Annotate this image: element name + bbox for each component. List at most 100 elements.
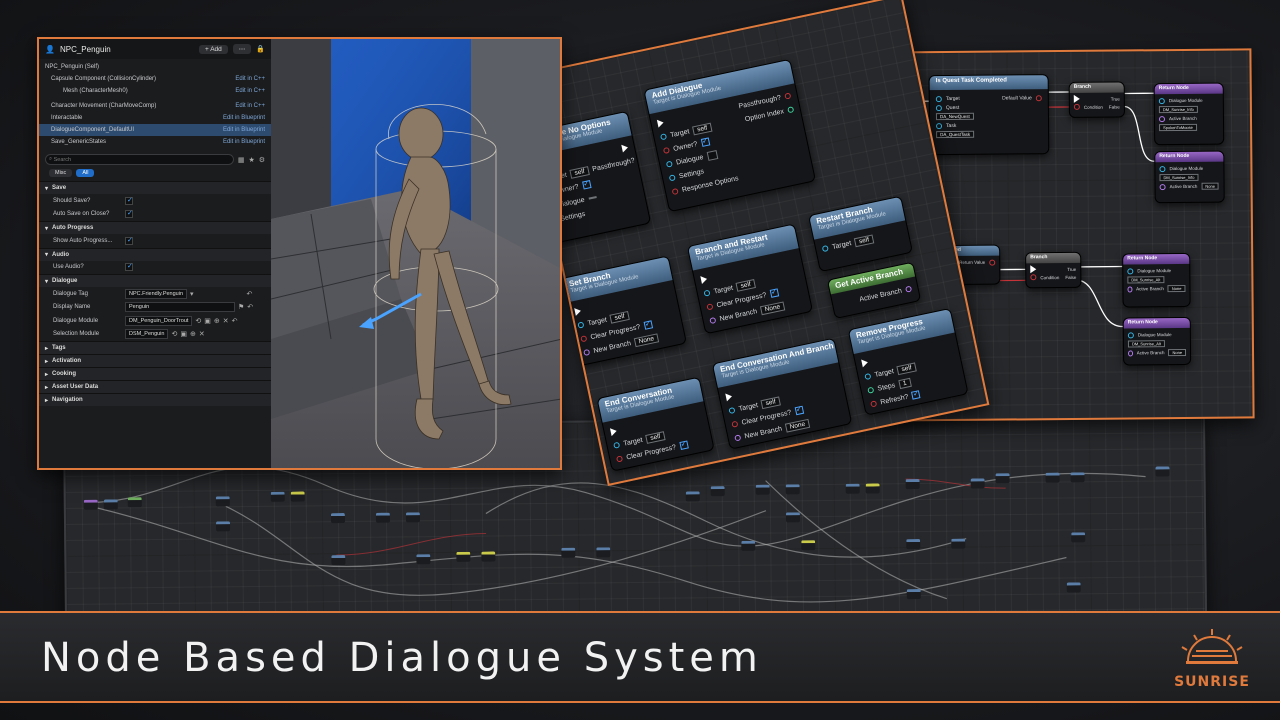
tree-item-self[interactable]: NPC_Penguin (Self)	[39, 61, 271, 73]
tree-item-interactable[interactable]: Interactable Edit in Blueprint	[39, 112, 271, 124]
browse-icon[interactable]: ▣	[180, 330, 187, 338]
gear-icon[interactable]: ⚙	[259, 156, 265, 164]
chevron-down-icon[interactable]: ▾	[190, 290, 194, 298]
use-selected-icon[interactable]: ⟲	[195, 317, 201, 325]
section-cooking[interactable]: ▸ Cooking	[39, 367, 271, 380]
new-branch-value[interactable]: None	[633, 332, 659, 347]
active-branch-value[interactable]: None	[1201, 182, 1219, 190]
module-value[interactable]: DM_Sunrise_Alt	[1127, 276, 1165, 284]
node-branch[interactable]: Branch True Condition False	[1068, 81, 1125, 118]
node-remove-progress[interactable]: Remove Progress Target is Dialogue Module…	[847, 307, 969, 416]
flag-icon[interactable]: ⚑	[238, 303, 244, 311]
checkbox-icon[interactable]	[643, 320, 653, 330]
target-value[interactable]: self	[609, 310, 630, 324]
checkbox-icon[interactable]	[794, 405, 804, 416]
reset-arrow-icon[interactable]: ↶	[247, 290, 253, 298]
module-value[interactable]: DM_Sunrise_Alt	[1127, 340, 1165, 348]
section-navigation[interactable]: ▸ Navigation	[39, 393, 271, 406]
target-value[interactable]: self	[569, 165, 590, 179]
tree-item-save-generic-states[interactable]: Save_GenericStates Edit in Blueprint	[39, 136, 271, 148]
lock-icon[interactable]: 🔒	[256, 45, 265, 53]
node-return-3[interactable]: Return Node Dialogue Module DM_Sunrise_A…	[1122, 252, 1191, 308]
node-add-dialogue[interactable]: Add Dialogue Target is Dialogue Module Pa…	[643, 58, 817, 213]
browse-icon[interactable]: ▣	[204, 317, 211, 325]
section-activation[interactable]: ▸ Activation	[39, 354, 271, 367]
add-icon[interactable]: ⊕	[190, 330, 196, 338]
quest-value[interactable]: DA_NewQuest	[935, 112, 974, 121]
should-save-checkbox[interactable]	[125, 196, 133, 205]
node-end-conversation[interactable]: End Conversation Target is Dialogue Modul…	[596, 376, 715, 472]
node-set-branch[interactable]: Set Branch Target is Dialogue Module Targ…	[560, 255, 688, 367]
use-selected-icon[interactable]: ⟲	[171, 330, 177, 338]
add-component-button[interactable]: + Add	[198, 44, 228, 54]
clear-icon[interactable]: ✕	[199, 330, 205, 338]
dialogue-value[interactable]	[588, 196, 597, 200]
star-icon[interactable]: ★	[248, 156, 254, 164]
auto-save-checkbox[interactable]	[125, 209, 133, 219]
target-value[interactable]: self	[854, 234, 874, 247]
section-save[interactable]: ▾ Save	[39, 181, 271, 194]
target-value[interactable]: self	[896, 362, 917, 375]
checkbox-icon[interactable]	[769, 288, 779, 298]
node-branch-and-restart[interactable]: Branch and Restart Target is Dialogue Mod…	[686, 223, 814, 335]
node-return-4[interactable]: Return Node Dialogue Module DM_Sunrise_A…	[1122, 316, 1192, 366]
edit-link[interactable]: Edit in C++	[235, 88, 265, 94]
node-restart-branch[interactable]: Restart Branch Target is Dialogue Module …	[808, 195, 914, 273]
edit-link[interactable]: Edit in C++	[235, 76, 265, 82]
section-tags[interactable]: ▸ Tags	[39, 341, 271, 354]
use-audio-checkbox[interactable]	[125, 262, 133, 272]
target-value[interactable]: self	[692, 122, 713, 135]
target-value[interactable]: self	[645, 430, 666, 444]
node-get-active-branch[interactable]: Get Active Branch Active Branch	[826, 261, 922, 320]
edit-link[interactable]: Edit in Blueprint	[223, 127, 265, 133]
tree-item-dialogue-component[interactable]: DialogueComponent_DefaultUI Edit in Bluep…	[39, 124, 271, 136]
filter-misc-tab[interactable]: Misc	[49, 169, 73, 177]
tree-item-capsule[interactable]: Capsule Component (CollisionCylinder) Edi…	[39, 73, 271, 85]
node-is-quest-task-completed[interactable]: Is Quest Task Completed Target Default Va…	[928, 74, 1050, 156]
viewport[interactable]	[271, 39, 560, 468]
dialogue-module-select[interactable]: DM_Penguin_DoorTrout	[125, 315, 193, 326]
node-return-1[interactable]: Return Node Dialogue Module DM_Sunrise_I…	[1153, 82, 1225, 146]
active-branch-value[interactable]: None	[1167, 284, 1186, 293]
tree-item-character-movement[interactable]: Character Movement (CharMoveComp) Edit in…	[39, 100, 271, 112]
active-branch-value[interactable]: SpokenToMoose	[1159, 123, 1197, 132]
edit-link[interactable]: Edit in Blueprint	[223, 139, 265, 145]
selection-module-select[interactable]: DSM_Penguin	[125, 329, 169, 340]
reset-arrow-icon[interactable]: ↶	[232, 317, 238, 325]
section-asset-user-data[interactable]: ▸ Asset User Data	[39, 380, 271, 393]
object-pin-icon	[1158, 97, 1165, 104]
node-return-2[interactable]: Return Node Dialogue Module DM_Sunrise_I…	[1154, 150, 1225, 204]
steps-value[interactable]: 1	[898, 377, 912, 389]
show-auto-progress-checkbox[interactable]	[125, 236, 133, 245]
search-input[interactable]: ⌕ Search	[45, 154, 234, 165]
blueprint-options-button[interactable]: ⋯	[232, 44, 252, 54]
new-branch-value[interactable]: None	[759, 301, 785, 315]
tree-item-mesh[interactable]: Mesh (CharacterMesh0) Edit in C++	[39, 85, 271, 97]
clear-icon[interactable]: ✕	[223, 317, 229, 325]
edit-link[interactable]: Edit in C++	[235, 103, 265, 109]
new-branch-value[interactable]: None	[784, 418, 810, 433]
checkbox-icon[interactable]	[581, 180, 592, 190]
module-value[interactable]: DM_Sunrise_Info	[1159, 173, 1199, 182]
active-branch-value[interactable]: None	[1168, 348, 1187, 357]
display-name-field[interactable]: Penguin	[125, 302, 235, 313]
target-value[interactable]: self	[735, 278, 756, 292]
checkbox-icon[interactable]	[700, 137, 710, 147]
add-icon[interactable]: ⊕	[214, 317, 220, 325]
dialogue-tag-field[interactable]: NPC.Friendly.Penguin	[125, 288, 188, 299]
edit-link[interactable]: Edit in Blueprint	[223, 115, 265, 121]
section-auto-progress[interactable]: ▾ Auto Progress	[39, 221, 271, 234]
checkbox-icon[interactable]	[911, 390, 921, 400]
checkbox-icon[interactable]	[678, 440, 689, 451]
task-value[interactable]: DA_QuestTask	[936, 130, 975, 139]
dialogue-value[interactable]	[706, 149, 718, 161]
node-end-conversation-and-branch[interactable]: End Conversation And Branch Target is Dia…	[711, 337, 853, 450]
target-value[interactable]: self	[760, 396, 781, 409]
section-dialogue[interactable]: ▾ Dialogue	[39, 274, 271, 287]
reset-arrow-icon[interactable]: ↶	[247, 303, 253, 311]
module-value[interactable]: DM_Sunrise_Info	[1158, 105, 1198, 114]
node-branch-2[interactable]: Branch True Condition False	[1025, 251, 1082, 289]
grid-view-icon[interactable]: ▦	[238, 156, 245, 164]
section-audio[interactable]: ▾ Audio	[39, 247, 271, 261]
filter-all-tab[interactable]: All	[76, 169, 95, 177]
